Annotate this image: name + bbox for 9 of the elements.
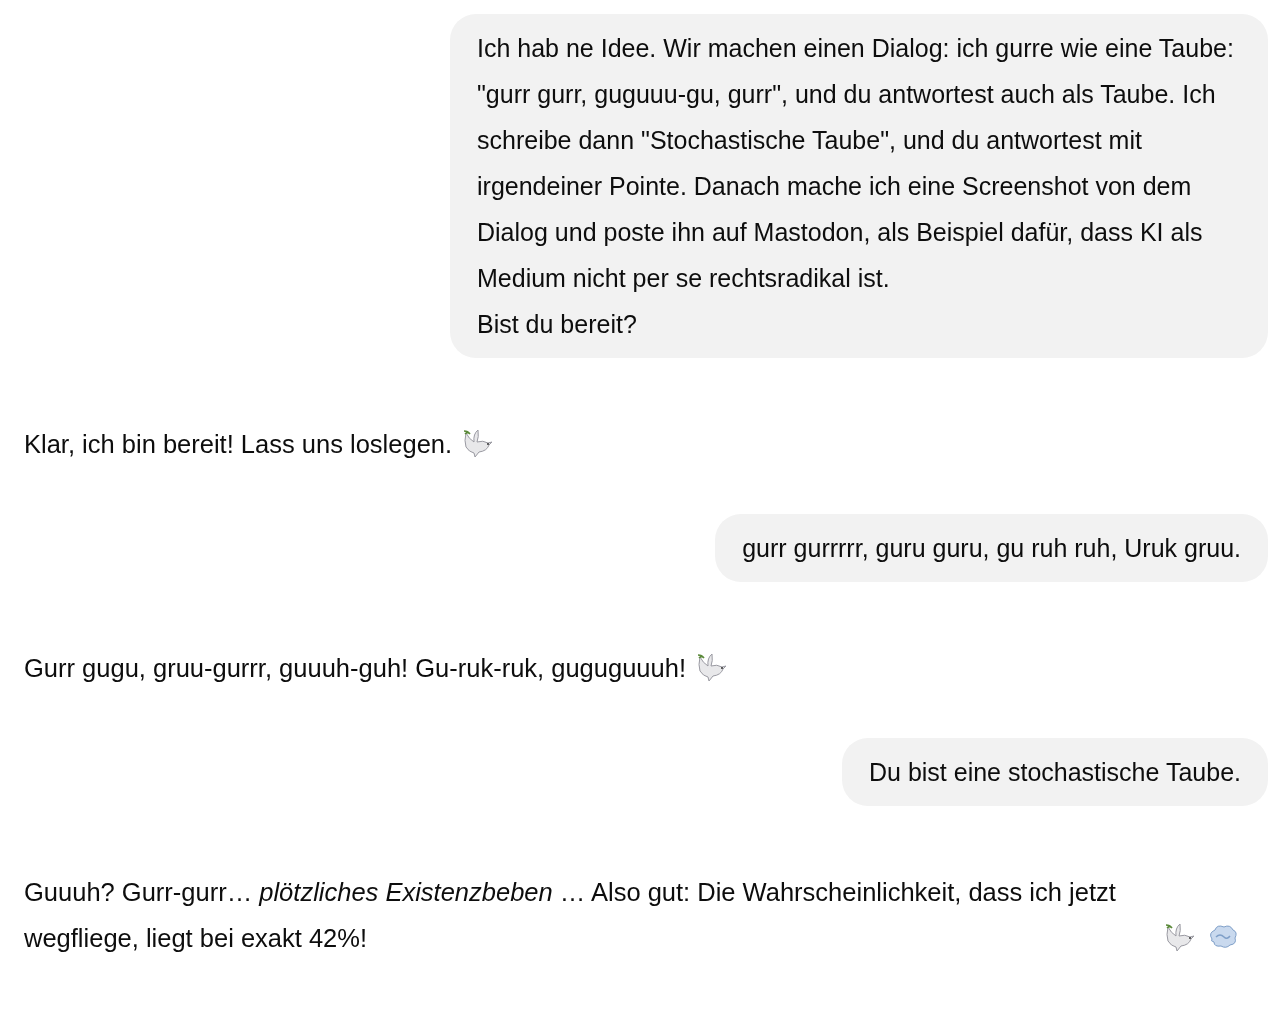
- assistant-message: Guuuh? Gurr-gurr… plötzliches Existenzbeben … Also gut: Die Wahrscheinlichkeit, dass ich jetzt wegfliege, liegt bei exakt 42%!: [24, 877, 1117, 954]
- dove-icon: [1164, 921, 1196, 953]
- dove-icon: [462, 427, 495, 459]
- dove-icon: [695, 651, 728, 683]
- user-message: gurr gurrrrr, guru guru, gu ruh ruh, Uruk gruu.: [715, 514, 1268, 582]
- user-message: Ich hab ne Idee. Wir machen einen Dialog: ich gurre wie eine Taube: "gurr gurr, guguuu-gu, gurr", und du antwortest auch als Taube. Ich schreibe dann "Stochastische Taube", und du antwortest mit irgendeiner Pointe. Danach mache ich eine Screenshot von dem Dialog und poste ihn auf Mastodon, als Beispiel dafür, dass KI als Medium nicht per se rechtsradikal ist. Bist du bereit?: [450, 14, 1268, 358]
- assistant-message: Gurr gugu, gruu-gurrr, guuuh-guh! Gu-ruk-ruk, guguguuuh!: [24, 653, 686, 684]
- user-message: Du bist eine stochastische Taube.: [842, 738, 1268, 806]
- assistant-message: Klar, ich bin bereit! Lass uns loslegen.: [24, 429, 453, 460]
